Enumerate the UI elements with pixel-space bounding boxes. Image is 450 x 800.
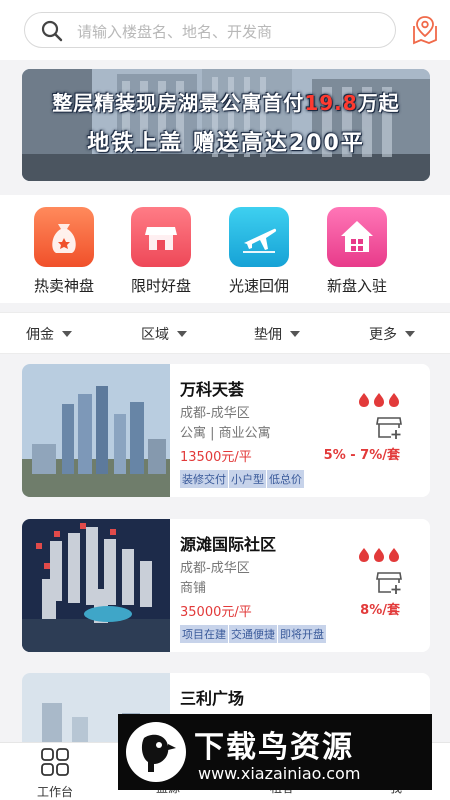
hot-flame-icon bbox=[359, 548, 399, 562]
tag: 小户型 bbox=[229, 470, 266, 488]
tag: 低总价 bbox=[267, 470, 304, 488]
quick-action-limited-time[interactable]: 限时好盘 bbox=[121, 207, 201, 296]
plane-icon bbox=[229, 207, 289, 267]
watermark-overlay: 下载鸟资源 www.xiazainiao.com bbox=[118, 714, 432, 790]
caret-down-icon bbox=[405, 331, 415, 337]
listing-card[interactable]: 源滩国际社区 成都-成华区 商铺 35000元/平 项目在建 交通便捷 即将开盘 8… bbox=[22, 519, 430, 652]
watermark-title: 下载鸟资源 bbox=[194, 730, 354, 765]
tag: 即将开盘 bbox=[278, 625, 326, 643]
house-icon bbox=[327, 207, 387, 267]
filter-region[interactable]: 区域 bbox=[141, 324, 187, 344]
quick-action-fast-commission[interactable]: 光速回佣 bbox=[219, 207, 299, 296]
watermark-bird-logo bbox=[126, 722, 186, 782]
tag: 交通便捷 bbox=[229, 625, 277, 643]
search-icon bbox=[41, 20, 63, 42]
quick-action-label: 热卖神盘 bbox=[33, 277, 94, 295]
add-to-shop-icon[interactable] bbox=[375, 569, 403, 595]
banner-subheadline: 地铁上盖 赠送高达200平 bbox=[87, 131, 365, 156]
tag: 项目在建 bbox=[180, 625, 228, 643]
shop-icon bbox=[131, 207, 191, 267]
money-bag-icon bbox=[34, 207, 94, 267]
top-bar: 请输入楼盘名、地名、开发商 bbox=[0, 0, 450, 60]
watermark-url: www.xiazainiao.com bbox=[198, 764, 361, 783]
listing-type: 商铺 bbox=[180, 581, 207, 596]
quick-action-label: 限时好盘 bbox=[130, 277, 191, 295]
filter-bar: 佣金 区域 垫佣 更多 bbox=[0, 312, 450, 354]
listing-price: 35000元/平 bbox=[180, 605, 252, 620]
quick-actions: 热卖神盘 限时好盘 光速回佣 新盘入驻 bbox=[0, 195, 450, 303]
listing-name: 万科天荟 bbox=[180, 380, 245, 399]
grid-icon bbox=[41, 748, 69, 776]
caret-down-icon bbox=[290, 331, 300, 337]
listing-photo bbox=[22, 519, 170, 652]
caret-down-icon bbox=[62, 331, 72, 337]
listing-tags: 项目在建 交通便捷 即将开盘 bbox=[180, 623, 327, 643]
promo-banner[interactable]: 整层精装现房湖景公寓首付19.8万起 地铁上盖 赠送高达200平 bbox=[22, 69, 430, 181]
quick-action-hot-sale[interactable]: 热卖神盘 bbox=[24, 207, 104, 296]
caret-down-icon bbox=[177, 331, 187, 337]
banner-headline: 整层精装现房湖景公寓首付19.8万起 bbox=[52, 91, 400, 115]
tab-label: 工作台 bbox=[36, 785, 73, 799]
listing-name: 源滩国际社区 bbox=[180, 535, 277, 554]
filter-commission[interactable]: 佣金 bbox=[26, 324, 72, 344]
listing-photo bbox=[22, 364, 170, 497]
tag: 装修交付 bbox=[180, 470, 228, 488]
listing-card[interactable]: 万科天荟 成都-成华区 公寓 | 商业公寓 13500元/平 装修交付 小户型 低总… bbox=[22, 364, 430, 497]
listing-type: 公寓 | 商业公寓 bbox=[180, 426, 271, 441]
quick-action-label: 新盘入驻 bbox=[326, 277, 387, 295]
quick-action-new-listing[interactable]: 新盘入驻 bbox=[317, 207, 397, 296]
listing-area: 成都-成华区 bbox=[180, 561, 250, 576]
listing-area: 成都-成华区 bbox=[180, 406, 250, 421]
listing-price: 13500元/平 bbox=[180, 450, 252, 465]
tab-workbench[interactable]: 工作台 bbox=[25, 747, 85, 800]
hot-flame-icon bbox=[359, 393, 399, 407]
commission-rate: 5% - 7%/套 bbox=[323, 448, 400, 463]
listing-name: 三利广场 bbox=[180, 689, 245, 708]
search-input[interactable]: 请输入楼盘名、地名、开发商 bbox=[24, 12, 396, 48]
filter-advance-commission[interactable]: 垫佣 bbox=[254, 324, 300, 344]
add-to-shop-icon[interactable] bbox=[375, 414, 403, 440]
filter-more[interactable]: 更多 bbox=[369, 324, 415, 344]
listing-tags: 装修交付 小户型 低总价 bbox=[180, 468, 305, 488]
search-placeholder: 请输入楼盘名、地名、开发商 bbox=[77, 23, 273, 41]
location-map-icon[interactable] bbox=[410, 14, 440, 46]
quick-action-label: 光速回佣 bbox=[228, 277, 289, 295]
commission-rate: 8%/套 bbox=[360, 603, 400, 618]
